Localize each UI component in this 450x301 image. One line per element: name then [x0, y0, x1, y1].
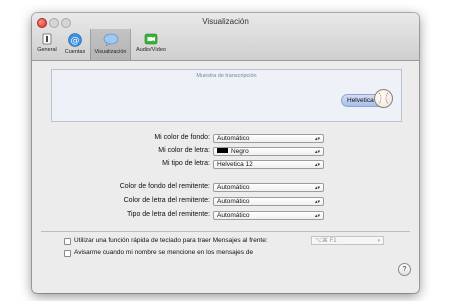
- tipo-letra-remitente-label: Tipo de letra del remitente:: [126, 211, 210, 218]
- color-fondo-remitente-popup[interactable]: Automático ▴▾: [213, 183, 324, 192]
- tab-general-label: General: [37, 47, 57, 53]
- popup-arrows-icon: ▴▾: [314, 199, 320, 205]
- video-camera-icon: [144, 33, 158, 45]
- mi-tipo-letra-label: Mi tipo de letra:: [162, 160, 210, 167]
- mi-color-letra-value: Negro: [231, 148, 249, 155]
- color-fondo-remitente-value: Automático: [217, 184, 250, 191]
- color-letra-remitente-value: Automático: [217, 198, 250, 205]
- popup-arrows-icon: ▴▾: [314, 149, 320, 155]
- shortcut-value: ⌥⌘ F1: [315, 238, 337, 244]
- row-color-fondo-remitente: Color de fondo del remitente:: [32, 183, 210, 193]
- color-letra-remitente-label: Color de letra del remitente:: [123, 197, 210, 204]
- baseball-icon: [378, 92, 389, 105]
- mi-tipo-letra-value: Helvetica 12: [217, 161, 253, 168]
- tab-cuentas-label: Cuentas: [64, 49, 86, 55]
- popup-arrows-icon: ▴▾: [314, 185, 320, 191]
- mi-color-fondo-popup[interactable]: Automático ▴▾: [213, 134, 324, 143]
- svg-text:@: @: [71, 36, 80, 46]
- tab-general[interactable]: General: [36, 33, 58, 59]
- mi-color-letra-popup[interactable]: Negro ▴▾: [213, 147, 324, 156]
- tab-visualizacion-label: Visualización: [94, 49, 127, 55]
- popup-arrows-icon: ▴▾: [314, 136, 320, 142]
- chevron-down-icon: ▾: [377, 238, 380, 244]
- speech-bubble-icon: [103, 33, 118, 47]
- notify-label: Avisarme cuando mi nombre se mencione en…: [74, 249, 254, 256]
- general-switch-icon: [42, 33, 52, 45]
- color-fondo-remitente-label: Color de fondo del remitente:: [119, 183, 210, 190]
- popup-arrows-icon: ▴▾: [314, 213, 320, 219]
- preferences-window: Visualización General @ Cuentas Visualiz…: [32, 13, 419, 293]
- mi-color-fondo-value: Automático: [217, 135, 250, 142]
- avatar: [374, 89, 393, 108]
- tab-audio-video-label: Audio/Vídeo: [136, 47, 166, 53]
- shortcut-label: Utilizar una función rápida de teclado p…: [74, 237, 268, 244]
- popup-arrows-icon: ▴▾: [314, 162, 320, 168]
- row-mi-tipo-letra: Mi tipo de letra:: [32, 160, 210, 170]
- at-sign-icon: @: [68, 33, 82, 47]
- row-tipo-letra-remitente: Tipo de letra del remitente:: [32, 211, 210, 221]
- row-mi-color-fondo: Mi color de fondo:: [32, 134, 210, 144]
- row-color-letra-remitente: Color de letra del remitente:: [32, 197, 210, 207]
- color-swatch: [217, 148, 228, 154]
- toolbar: Visualización General @ Cuentas Visualiz…: [32, 13, 419, 61]
- tab-audio-video[interactable]: Audio/Vídeo: [133, 33, 169, 59]
- transcript-preview: Muestra de transcripción Helvetica 12: [51, 69, 402, 122]
- color-letra-remitente-popup[interactable]: Automático ▴▾: [213, 197, 324, 206]
- tab-cuentas[interactable]: @ Cuentas: [63, 33, 87, 59]
- notify-checkbox[interactable]: [64, 250, 71, 257]
- divider: [41, 231, 410, 232]
- mi-color-letra-label: Mi color de letra:: [158, 147, 210, 154]
- help-button[interactable]: ?: [398, 263, 411, 276]
- shortcut-popup[interactable]: ⌥⌘ F1 ▾: [311, 236, 384, 245]
- preview-title: Muestra de transcripción: [196, 73, 257, 79]
- tipo-letra-remitente-value: Automático: [217, 212, 250, 219]
- row-mi-color-letra: Mi color de letra:: [32, 147, 210, 157]
- shortcut-checkbox[interactable]: [64, 238, 71, 245]
- mi-tipo-letra-popup[interactable]: Helvetica 12 ▴▾: [213, 160, 324, 169]
- tipo-letra-remitente-popup[interactable]: Automático ▴▾: [213, 211, 324, 220]
- window-title: Visualización: [202, 17, 249, 26]
- mi-color-fondo-label: Mi color de fondo:: [154, 134, 210, 141]
- tab-visualizacion[interactable]: Visualización: [90, 29, 131, 60]
